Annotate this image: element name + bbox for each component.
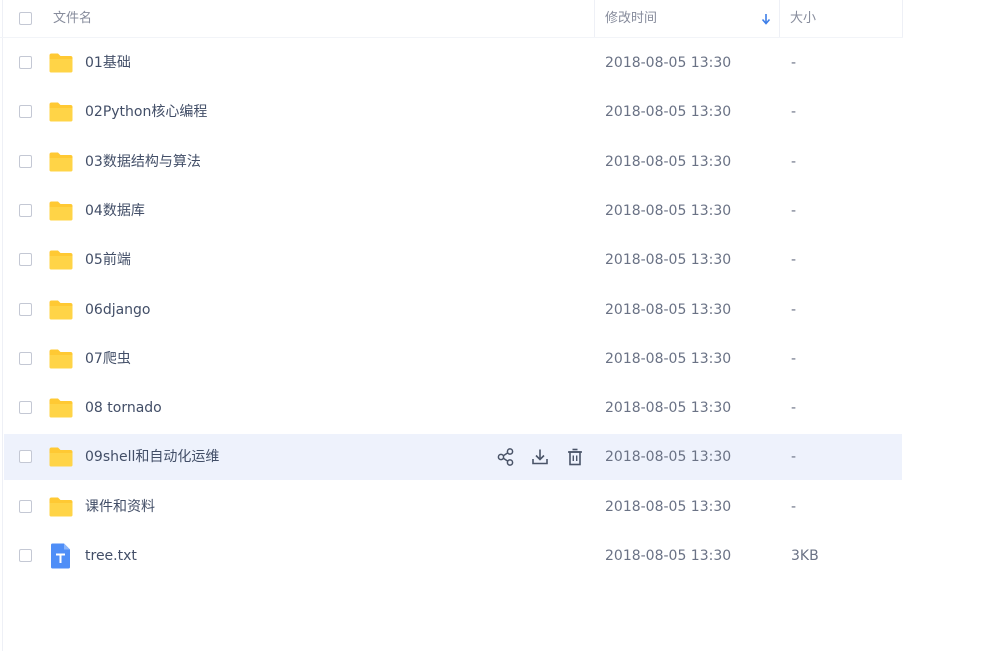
file-name-link[interactable]: 01基础 bbox=[85, 40, 131, 86]
file-name-link[interactable]: 06django bbox=[85, 287, 151, 333]
row-checkbox[interactable] bbox=[19, 401, 32, 415]
file-size: - bbox=[791, 252, 797, 269]
file-row[interactable]: tree.txt 2018-08-05 13:30 3KB bbox=[4, 533, 902, 579]
folder-icon bbox=[48, 52, 74, 74]
folder-icon bbox=[48, 101, 74, 123]
modified-time: 2018-08-05 13:30 bbox=[605, 548, 732, 564]
file-row[interactable]: 04数据库 2018-08-05 13:30 - bbox=[4, 188, 902, 234]
download-icon[interactable] bbox=[530, 447, 550, 467]
file-size: - bbox=[791, 55, 797, 71]
row-checkbox[interactable] bbox=[19, 499, 32, 513]
file-size: - bbox=[791, 449, 797, 466]
file-row[interactable]: 02Python核心编程 2018-08-05 13:30 - bbox=[4, 89, 902, 135]
file-name-link[interactable]: 03数据结构与算法 bbox=[85, 139, 201, 185]
file-size: - bbox=[791, 301, 797, 318]
file-row[interactable]: 09shell和自动化运维 2018-08-05 13:30 - bbox=[4, 434, 902, 481]
row-checkbox[interactable] bbox=[19, 450, 32, 464]
file-size: - bbox=[791, 498, 797, 515]
column-divider bbox=[779, 0, 780, 37]
modified-time: 2018-08-05 13:30 bbox=[605, 498, 732, 515]
file-row[interactable]: 01基础 2018-08-05 13:30 - bbox=[4, 40, 902, 86]
file-list-header: 文件名 修改时间 大小 bbox=[0, 0, 903, 38]
folder-icon bbox=[48, 397, 74, 419]
row-checkbox[interactable] bbox=[19, 56, 32, 69]
modified-time: 2018-08-05 13:30 bbox=[605, 104, 732, 121]
file-size: 3KB bbox=[791, 548, 819, 564]
folder-icon bbox=[48, 446, 74, 468]
file-size: - bbox=[791, 153, 797, 170]
file-row[interactable]: 06django 2018-08-05 13:30 - bbox=[4, 287, 902, 333]
folder-icon bbox=[48, 496, 74, 518]
row-checkbox[interactable] bbox=[19, 549, 32, 562]
modified-time: 2018-08-05 13:30 bbox=[605, 400, 732, 417]
modified-time: 2018-08-05 13:30 bbox=[605, 252, 732, 269]
text-file-icon bbox=[49, 543, 71, 569]
folder-icon bbox=[48, 151, 74, 173]
modified-time: 2018-08-05 13:30 bbox=[605, 301, 732, 318]
column-divider bbox=[594, 0, 595, 37]
row-checkbox[interactable] bbox=[19, 302, 32, 316]
folder-icon bbox=[48, 249, 74, 271]
file-name-link[interactable]: 05前端 bbox=[85, 237, 131, 283]
file-row[interactable]: 03数据结构与算法 2018-08-05 13:30 - bbox=[4, 139, 902, 185]
file-row[interactable]: 08 tornado 2018-08-05 13:30 - bbox=[4, 385, 902, 431]
row-checkbox[interactable] bbox=[19, 154, 32, 168]
file-size: - bbox=[791, 350, 797, 367]
file-name-link[interactable]: tree.txt bbox=[85, 533, 137, 579]
folder-icon bbox=[48, 299, 74, 321]
modified-time: 2018-08-05 13:30 bbox=[605, 55, 732, 71]
file-size: - bbox=[791, 104, 797, 121]
row-checkbox[interactable] bbox=[19, 351, 32, 365]
row-checkbox[interactable] bbox=[19, 253, 32, 267]
file-name-link[interactable]: 课件和资料 bbox=[85, 484, 155, 530]
folder-icon bbox=[48, 348, 74, 370]
file-name-link[interactable]: 04数据库 bbox=[85, 188, 145, 234]
select-all-checkbox[interactable] bbox=[19, 12, 32, 25]
file-row[interactable]: 07爬虫 2018-08-05 13:30 - bbox=[4, 336, 902, 382]
folder-icon bbox=[48, 200, 74, 222]
delete-icon[interactable] bbox=[565, 447, 585, 467]
column-divider bbox=[902, 0, 903, 37]
row-checkbox[interactable] bbox=[19, 105, 32, 119]
file-size: - bbox=[791, 400, 797, 417]
file-name-link[interactable]: 07爬虫 bbox=[85, 336, 131, 382]
modified-time: 2018-08-05 13:30 bbox=[605, 449, 732, 466]
row-checkbox[interactable] bbox=[19, 203, 32, 217]
modified-time: 2018-08-05 13:30 bbox=[605, 153, 732, 170]
sort-descending-icon[interactable] bbox=[760, 12, 772, 26]
file-size: - bbox=[791, 202, 797, 219]
file-row[interactable]: 课件和资料 2018-08-05 13:30 - bbox=[4, 484, 902, 530]
file-name-link[interactable]: 09shell和自动化运维 bbox=[85, 434, 219, 480]
modified-time: 2018-08-05 13:30 bbox=[605, 202, 732, 219]
modified-time: 2018-08-05 13:30 bbox=[605, 350, 732, 367]
column-header-name[interactable]: 文件名 bbox=[53, 0, 92, 37]
file-name-link[interactable]: 02Python核心编程 bbox=[85, 89, 207, 135]
column-header-size[interactable]: 大小 bbox=[790, 0, 816, 37]
file-name-link[interactable]: 08 tornado bbox=[85, 385, 162, 431]
share-icon[interactable] bbox=[496, 447, 516, 467]
file-row[interactable]: 05前端 2018-08-05 13:30 - bbox=[4, 237, 902, 283]
left-border bbox=[2, 0, 3, 651]
column-header-modified-time[interactable]: 修改时间 bbox=[605, 0, 657, 37]
